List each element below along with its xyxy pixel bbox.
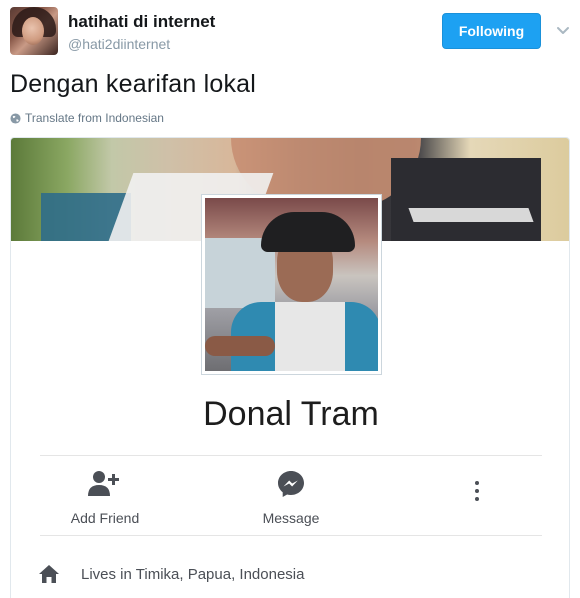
home-icon	[39, 565, 59, 583]
profile-photo	[205, 198, 378, 371]
more-options-icon	[465, 481, 489, 511]
profile-picture	[201, 194, 382, 375]
avatar-face-shape	[22, 17, 44, 45]
message-label: Message	[262, 510, 320, 526]
add-friend-label: Add Friend	[70, 510, 140, 526]
tweet-text: Dengan kearifan lokal	[10, 70, 257, 98]
divider	[40, 535, 542, 536]
location-text: Lives in Timika, Papua, Indonesia	[81, 565, 305, 583]
globe-icon	[10, 112, 21, 124]
profile-card-image[interactable]: Donal Tram Add Friend Message Lives in T…	[10, 137, 570, 598]
tweet-header: hatihati di internet @hati2diinternet Fo…	[0, 0, 580, 66]
add-friend-icon	[88, 471, 119, 496]
messenger-icon	[278, 471, 304, 497]
dot	[475, 481, 479, 485]
translate-label[interactable]: Translate from Indonesian	[25, 111, 164, 125]
divider	[40, 455, 542, 456]
add-friend-button: Add Friend	[45, 468, 165, 526]
display-name[interactable]: hatihati di internet	[68, 12, 215, 32]
message-button: Message	[231, 468, 351, 526]
location-row: Lives in Timika, Papua, Indonesia	[38, 564, 304, 584]
photo-arm-shape	[205, 336, 275, 356]
profile-name: Donal Tram	[203, 395, 379, 433]
user-avatar[interactable]	[10, 7, 58, 55]
dot	[475, 497, 479, 501]
following-button[interactable]: Following	[442, 13, 541, 49]
user-handle[interactable]: @hati2diinternet	[68, 36, 170, 52]
cover-dark-shirt-shape	[391, 158, 541, 241]
chevron-down-icon[interactable]	[555, 22, 571, 38]
dot	[475, 489, 479, 493]
cover-stripe-shape	[408, 208, 534, 222]
photo-cap-shape	[261, 212, 355, 252]
translate-link[interactable]: Translate from Indonesian	[10, 111, 164, 125]
photo-vest-shape	[275, 302, 345, 371]
